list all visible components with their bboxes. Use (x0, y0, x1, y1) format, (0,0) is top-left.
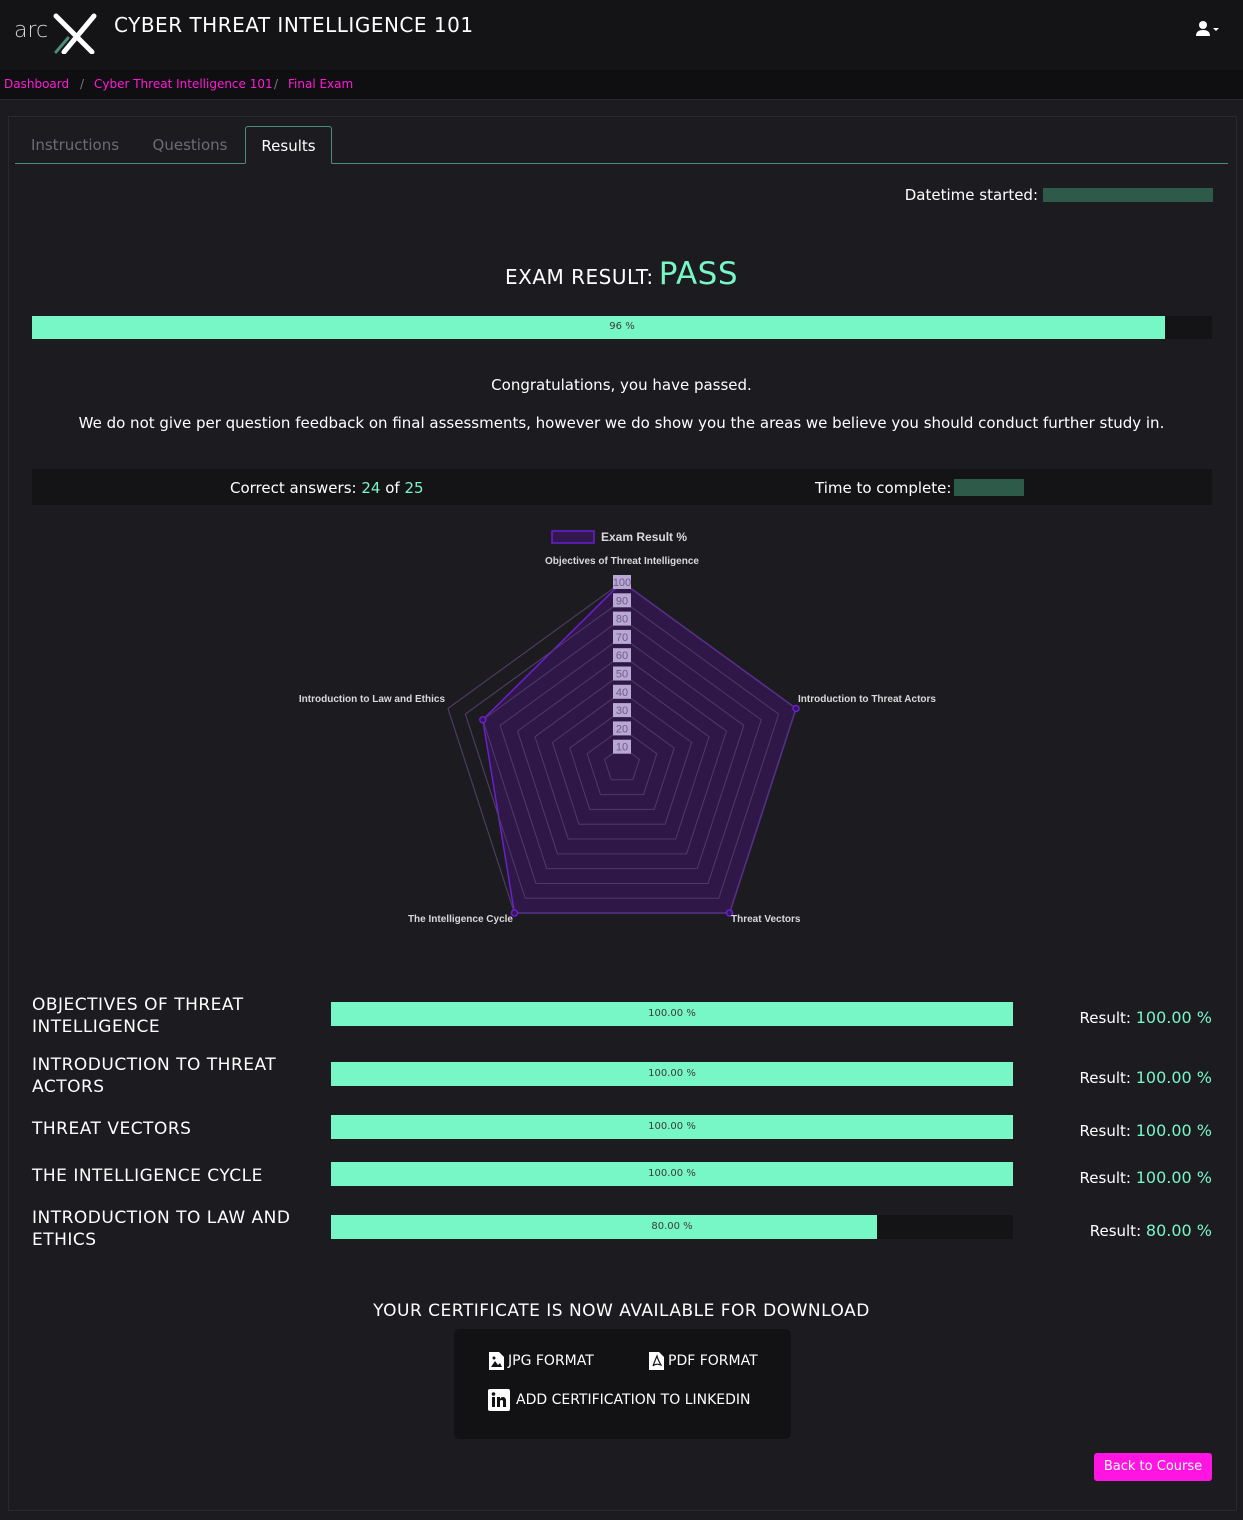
exam-result-value: PASS (658, 256, 739, 292)
certificate-title: YOUR CERTIFICATE IS NOW AVAILABLE FOR DO… (373, 1301, 870, 1321)
breadcrumb: Dashboard / Cyber Threat Intelligence 10… (0, 70, 1243, 100)
breadcrumb-separator: / (274, 77, 279, 91)
tick-label: 100 (613, 577, 631, 589)
area-result: Result: 100.00 % (1080, 1168, 1212, 1187)
correct-count: 24 (361, 479, 381, 497)
category-label: Introduction to Law and Ethics (299, 694, 446, 705)
total-count: 25 (404, 479, 424, 497)
top-navbar: arc CYBER THREAT INTELLIGENCE 101 (0, 0, 1243, 70)
area-progress-label: 80.00 % (651, 1221, 693, 1232)
exam-result-label: EXAM RESULT: (504, 265, 654, 289)
area-progress-label: 100.00 % (648, 1008, 696, 1019)
tab-results[interactable]: Results (245, 126, 332, 164)
add-to-linkedin-label: ADD CERTIFICATION TO LINKEDIN (516, 1392, 751, 1408)
breadcrumb-final-exam[interactable]: Final Exam (288, 77, 353, 91)
back-to-course-button[interactable]: Back to Course (1094, 1453, 1212, 1481)
datetime-started-label: Datetime started: (904, 186, 1038, 204)
legend-label: Exam Result % (601, 530, 687, 544)
download-jpg-link[interactable]: JPG FORMAT (488, 1351, 594, 1371)
area-result: Result: 80.00 % (1090, 1221, 1212, 1240)
user-menu-icon[interactable] (1195, 20, 1221, 38)
area-name: THREAT VECTORS (32, 1119, 192, 1139)
area-result-value: 100.00 % (1135, 1121, 1212, 1140)
area-result-value: 100.00 % (1135, 1008, 1212, 1027)
category-label: Introduction to Threat Actors (798, 694, 936, 705)
tick-label: 50 (616, 669, 628, 681)
tick-label: 90 (616, 595, 628, 607)
redacted-datetime (1043, 188, 1213, 202)
download-pdf-link[interactable]: PDF FORMAT (648, 1351, 758, 1371)
correct-answers: Correct answers: 24 of 25 (230, 479, 424, 497)
congratulations-message: Congratulations, you have passed. (491, 376, 752, 394)
tick-label: 10 (616, 742, 628, 754)
tick-label: 40 (616, 687, 628, 699)
tick-label: 20 (616, 723, 628, 735)
category-label: The Intelligence Cycle (408, 914, 513, 925)
of-text: of (385, 479, 400, 497)
tick-label: 30 (616, 705, 628, 717)
data-point (479, 716, 487, 724)
data-point (792, 704, 800, 713)
image-file-icon (489, 1352, 504, 1370)
certificate-downloads: JPG FORMAT PDF FORMAT ADD CERTIFICATION … (454, 1329, 791, 1439)
correct-answers-label: Correct answers: (230, 479, 357, 497)
area-result-value: 100.00 % (1135, 1068, 1212, 1087)
overall-progress-label: 96 % (609, 321, 635, 332)
area-result-label: Result: (1079, 1009, 1131, 1027)
area-result-label: Result: (1089, 1222, 1142, 1240)
arcx-logo[interactable]: arc (12, 8, 100, 54)
tick-label: 60 (616, 650, 628, 662)
area-progress-bar: 100.00 % (331, 1162, 1013, 1186)
exam-result-heading: EXAM RESULT: PASS (0, 256, 1243, 292)
area-result: Result: 100.00 % (1080, 1008, 1212, 1027)
tick-label: 70 (616, 632, 628, 644)
course-title: CYBER THREAT INTELLIGENCE 101 (114, 13, 474, 37)
area-result-label: Result: (1079, 1069, 1131, 1087)
linkedin-icon (488, 1389, 510, 1411)
redacted-time (954, 479, 1024, 496)
overall-progress-bar: 96 % (32, 316, 1212, 339)
radar-chart: Exam Result % 10 20 30 40 50 60 70 80 90 100 Object… (299, 530, 937, 925)
area-name: INTRODUCTION TO LAW AND ETHICS (32, 1208, 291, 1250)
area-result-value: 100.00 % (1135, 1168, 1212, 1187)
legend-swatch (551, 530, 595, 544)
breadcrumb-dashboard[interactable]: Dashboard (4, 77, 69, 91)
breadcrumb-course[interactable]: Cyber Threat Intelligence 101 (94, 77, 273, 91)
feedback-message: We do not give per question feedback on … (78, 414, 1165, 432)
area-progress-label: 100.00 % (648, 1168, 696, 1179)
breadcrumb-separator: / (80, 77, 85, 91)
area-result-label: Result: (1079, 1169, 1131, 1187)
area-progress-bar: 80.00 % (331, 1215, 1013, 1239)
category-label: Threat Vectors (731, 914, 801, 925)
tab-instructions[interactable]: Instructions (16, 126, 134, 164)
area-result: Result: 100.00 % (1080, 1068, 1212, 1087)
area-result-label: Result: (1079, 1122, 1131, 1140)
area-name: INTRODUCTION TO THREAT ACTORS (32, 1055, 277, 1097)
area-result: Result: 100.00 % (1080, 1121, 1212, 1140)
area-result-value: 80.00 % (1145, 1221, 1212, 1240)
download-pdf-label: PDF FORMAT (668, 1353, 758, 1369)
tick-label: 80 (616, 614, 628, 626)
area-progress-bar: 100.00 % (331, 1002, 1013, 1026)
svg-text:arc: arc (14, 18, 48, 43)
area-progress-label: 100.00 % (648, 1068, 696, 1079)
area-progress-label: 100.00 % (648, 1121, 696, 1132)
pdf-file-icon (649, 1352, 664, 1370)
download-jpg-label: JPG FORMAT (508, 1353, 594, 1369)
category-label: Objectives of Threat Intelligence (545, 556, 699, 567)
area-progress-bar: 100.00 % (331, 1062, 1013, 1086)
area-name: THE INTELLIGENCE CYCLE (32, 1166, 263, 1186)
time-to-complete-label: Time to complete: (815, 479, 952, 497)
tab-questions[interactable]: Questions (136, 126, 244, 164)
add-to-linkedin-link[interactable]: ADD CERTIFICATION TO LINKEDIN (488, 1389, 751, 1411)
area-name: OBJECTIVES OF THREAT INTELLIGENCE (32, 995, 244, 1037)
stats-bar: Correct answers: 24 of 25 Time to comple… (32, 469, 1212, 505)
area-progress-bar: 100.00 % (331, 1115, 1013, 1139)
